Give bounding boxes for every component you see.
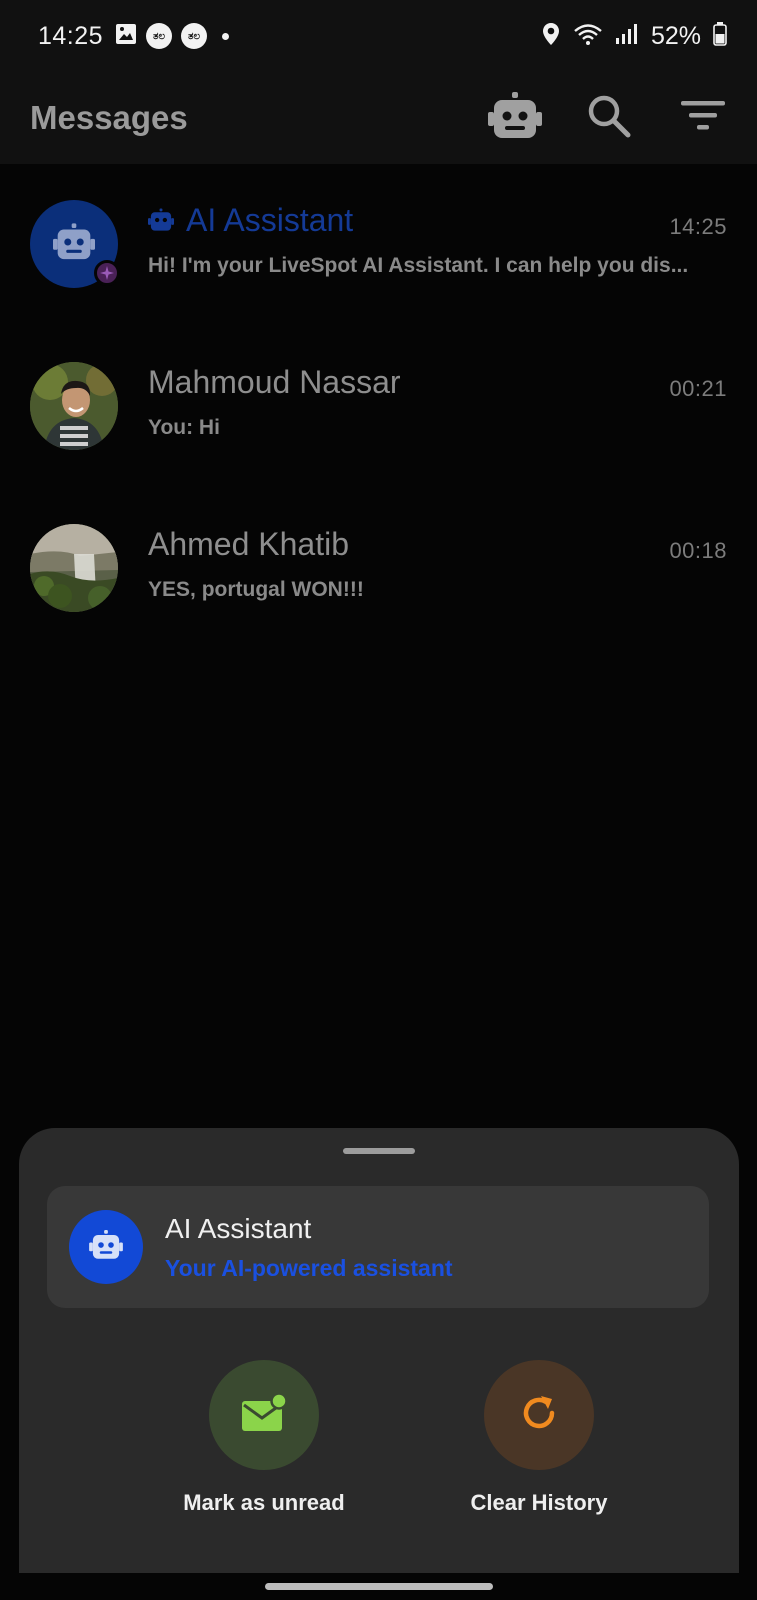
conversation-name: AI Assistant xyxy=(186,201,354,238)
conversation-preview: YES, portugal WON!!! xyxy=(148,578,364,601)
conversation-body: Mahmoud Nassar You: Hi xyxy=(148,362,727,440)
conversation-preview: Hi! I'm your LiveSpot AI Assistant. I ca… xyxy=(148,254,689,277)
sheet-subtitle: Your AI-powered assistant xyxy=(165,1254,453,1281)
clear-history-button[interactable]: Clear History xyxy=(419,1360,659,1516)
location-icon xyxy=(541,22,561,51)
profile-photo xyxy=(30,524,118,612)
conversation-name: Mahmoud Nassar xyxy=(148,363,401,400)
sheet-title: AI Assistant xyxy=(165,1212,312,1244)
robot-icon xyxy=(53,222,95,266)
conversation-header: Ahmed Khatib xyxy=(148,524,727,564)
mark-as-unread-circle[interactable] xyxy=(209,1360,319,1470)
image-icon xyxy=(115,23,137,50)
sheet-drag-handle[interactable] xyxy=(343,1148,415,1154)
status-time: 14:25 xyxy=(38,21,104,50)
robot-icon xyxy=(89,1229,123,1265)
conversation-time: 00:21 xyxy=(669,376,727,401)
avatar xyxy=(30,200,120,288)
conversation-header: Mahmoud Nassar xyxy=(148,362,727,402)
avatar xyxy=(30,524,118,612)
search-icon xyxy=(587,94,631,143)
search-button[interactable] xyxy=(581,90,637,146)
robot-icon xyxy=(488,91,542,145)
profile-photo xyxy=(30,362,118,450)
status-bar: 14:25 ತಲ ತಲ 52% xyxy=(0,0,757,72)
filter-icon xyxy=(681,99,725,138)
app-header: Messages xyxy=(0,72,757,164)
mail-unread-icon xyxy=(241,1391,288,1438)
notification-badge-icon: ತಲ xyxy=(146,23,173,49)
header-actions xyxy=(487,72,731,164)
conversation-time: 00:18 xyxy=(669,538,727,563)
conversation-item-mahmoud-nassar[interactable]: Mahmoud Nassar You: Hi 00:21 xyxy=(0,326,757,488)
status-right-icons: 52% xyxy=(541,0,727,72)
mark-as-unread-label: Mark as unread xyxy=(183,1490,345,1515)
mark-as-unread-button[interactable]: Mark as unread xyxy=(144,1360,384,1516)
more-dot-icon xyxy=(222,32,230,40)
filter-button[interactable] xyxy=(675,90,731,146)
conversation-preview: You: Hi xyxy=(148,416,220,439)
conversation-header: AI Assistant xyxy=(148,200,727,240)
page-title: Messages xyxy=(30,99,188,136)
screen: 14:25 ತಲ ತಲ 52% Messages AI Assistant Hi… xyxy=(0,0,757,1600)
conversation-time: 14:25 xyxy=(669,214,727,239)
battery-icon xyxy=(713,21,727,51)
conversation-list: AI Assistant Hi! I'm your LiveSpot AI As… xyxy=(0,164,757,650)
refresh-icon xyxy=(519,1393,559,1438)
clear-history-label: Clear History xyxy=(470,1490,608,1515)
notification-badge-icon: ತಲ xyxy=(181,23,208,49)
sheet-card-text: AI Assistant Your AI-powered assistant xyxy=(165,1213,453,1282)
battery-percentage: 52% xyxy=(650,21,701,50)
home-indicator[interactable] xyxy=(265,1583,493,1590)
conversation-body: Ahmed Khatib YES, portugal WON!!! xyxy=(148,524,727,602)
signal-icon xyxy=(615,23,639,50)
avatar xyxy=(30,362,118,450)
conversation-name: Ahmed Khatib xyxy=(148,525,350,562)
ai-assistant-button[interactable] xyxy=(487,90,543,146)
sparkle-badge-icon xyxy=(94,260,120,286)
wifi-icon xyxy=(573,22,603,51)
status-left-icons: ತಲ ತಲ xyxy=(115,23,230,50)
conversation-body: AI Assistant Hi! I'm your LiveSpot AI As… xyxy=(148,200,727,278)
robot-icon xyxy=(148,208,174,232)
clear-history-circle[interactable] xyxy=(484,1360,594,1470)
sheet-contact-card: AI Assistant Your AI-powered assistant xyxy=(47,1186,709,1308)
avatar xyxy=(69,1210,143,1284)
bottom-sheet: AI Assistant Your AI-powered assistant M… xyxy=(19,1128,739,1573)
conversation-item-ai-assistant[interactable]: AI Assistant Hi! I'm your LiveSpot AI As… xyxy=(0,164,757,326)
conversation-item-ahmed-khatib[interactable]: Ahmed Khatib YES, portugal WON!!! 00:18 xyxy=(0,488,757,650)
